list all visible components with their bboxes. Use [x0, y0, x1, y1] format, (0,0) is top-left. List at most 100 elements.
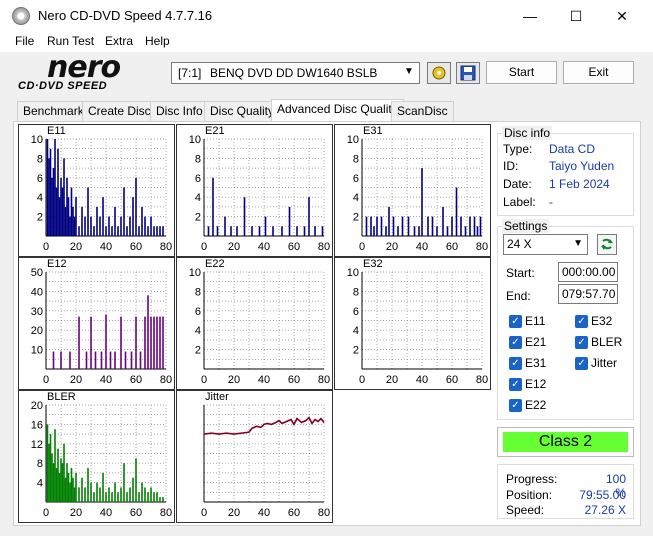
x-tick-label: 0	[43, 507, 49, 519]
x-tick-label: 40	[258, 507, 270, 519]
chart-title: E31	[363, 125, 383, 137]
start-input[interactable]: 000:00.00	[558, 262, 618, 282]
checkbox-e31[interactable]: ✓	[509, 357, 522, 370]
x-tick-label: 0	[359, 241, 365, 253]
y-tick-label: 4	[37, 192, 43, 204]
save-icon[interactable]	[456, 62, 480, 84]
menu-run-test[interactable]: Run Test	[47, 34, 94, 48]
x-tick-label: 60	[130, 507, 142, 519]
minimize-button[interactable]: —	[507, 0, 553, 32]
menu-file[interactable]: File	[15, 34, 34, 48]
start-button[interactable]: Start	[486, 61, 557, 84]
x-tick-label: 0	[201, 241, 207, 253]
checkbox-e12[interactable]: ✓	[509, 378, 522, 391]
x-tick-label: 80	[318, 374, 330, 386]
speed-value: 27.26 X	[584, 503, 626, 517]
x-tick-label: 40	[416, 374, 428, 386]
chart-svg-e12: 0 20 40 60 80 10 20 30 40 50	[31, 267, 172, 386]
x-tick-label: 20	[70, 507, 82, 519]
x-tick-label: 40	[100, 241, 112, 253]
date-label: Date:	[503, 177, 532, 191]
y-tick-label: 10	[189, 267, 201, 279]
tab-benchmark[interactable]: Benchmark	[17, 101, 90, 121]
chart-e21: 0 20 40 60 80 2 4 6 8 10 E21	[176, 124, 333, 257]
check-label-e32: E32	[591, 314, 613, 328]
exit-button[interactable]: Exit	[563, 61, 634, 84]
chevron-down-icon: ▼	[404, 66, 414, 77]
y-tick-label: 20	[31, 400, 43, 412]
y-tick-label: 8	[37, 458, 43, 470]
window-title: Nero CD-DVD Speed 4.7.7.16	[38, 8, 213, 23]
y-tick-label: 10	[31, 134, 43, 146]
chart-bler: 0 20 40 60 80 4 8 12 16 20 BLER	[18, 390, 175, 523]
chart-svg-e21: 0 20 40 60 80 2 4 6 8 10	[189, 134, 330, 253]
speed-select[interactable]: 24 X ▼	[503, 234, 588, 255]
id-value: Taiyo Yuden	[549, 159, 615, 173]
chart-e31: 0 20 40 60 80 2 4 6 8 10 E31	[334, 124, 491, 257]
maximize-button[interactable]: ☐	[553, 0, 599, 32]
y-tick-label: 8	[353, 286, 359, 298]
y-tick-label: 12	[31, 439, 43, 451]
y-tick-label: 2	[37, 212, 43, 224]
tab-disc-info[interactable]: Disc Info	[150, 101, 209, 121]
chart-title: BLER	[47, 391, 76, 403]
y-tick-label: 40	[31, 286, 43, 298]
chart-e11: 0 20 40 60 80 2 4 6 8 10 E11	[18, 124, 175, 257]
chart-svg-jitter: 0 20 40 60 80	[201, 404, 330, 519]
checkbox-e22[interactable]: ✓	[509, 399, 522, 412]
disc-info-label: Disc info	[502, 126, 553, 140]
chart-jitter: 0 20 40 60 80 Jitter	[176, 390, 333, 523]
y-tick-label: 4	[37, 478, 43, 490]
x-tick-label: 20	[228, 241, 240, 253]
x-tick-label: 80	[476, 374, 488, 386]
x-tick-label: 60	[446, 241, 458, 253]
x-tick-label: 20	[70, 374, 82, 386]
drive-select[interactable]: [7:1] BENQ DVD DD DW1640 BSLB ▼	[171, 62, 420, 84]
checkbox-e32[interactable]: ✓	[575, 315, 588, 328]
x-tick-label: 80	[318, 507, 330, 519]
y-tick-label: 30	[31, 306, 43, 318]
checkbox-e11[interactable]: ✓	[509, 315, 522, 328]
end-input[interactable]: 079:57.70	[558, 284, 618, 304]
checkbox-e21[interactable]: ✓	[509, 336, 522, 349]
checkbox-bler[interactable]: ✓	[575, 336, 588, 349]
position-label: Position:	[506, 488, 553, 502]
date-value: 1 Feb 2024	[549, 177, 610, 191]
chart-svg-e11: 0 20 40 60 80 2 4 6 8 10	[31, 134, 172, 253]
refresh-icon[interactable]	[597, 234, 617, 255]
x-tick-label: 0	[359, 374, 365, 386]
x-tick-label: 60	[288, 241, 300, 253]
tab-scandisc[interactable]: ScanDisc	[391, 101, 454, 121]
chart-svg-e22: 0 20 40 60 80 2 4 6 8 10	[189, 267, 330, 386]
close-button[interactable]: ✕	[599, 0, 645, 32]
check-label-e31: E31	[525, 356, 547, 370]
y-tick-label: 2	[353, 345, 359, 357]
eject-icon[interactable]	[427, 62, 451, 84]
x-tick-label: 20	[386, 374, 398, 386]
speed-value: 24 X	[507, 237, 532, 251]
y-tick-label: 2	[195, 345, 201, 357]
chart-title: E21	[205, 125, 225, 137]
y-tick-label: 20	[31, 325, 43, 337]
x-tick-label: 40	[416, 241, 428, 253]
checkbox-jitter[interactable]: ✓	[575, 357, 588, 370]
x-tick-label: 80	[160, 241, 172, 253]
label-label: Label:	[503, 195, 536, 209]
menu-help[interactable]: Help	[145, 34, 170, 48]
y-tick-label: 8	[195, 286, 201, 298]
tab-disc-quality[interactable]: Disc Quality	[204, 101, 281, 121]
type-value: Data CD	[549, 142, 596, 156]
x-tick-label: 20	[228, 507, 240, 519]
x-tick-label: 20	[386, 241, 398, 253]
tab-create-disc[interactable]: Create Disc	[82, 101, 157, 121]
y-tick-label: 6	[353, 173, 359, 185]
check-label-e11: E11	[525, 314, 546, 328]
x-tick-label: 60	[288, 507, 300, 519]
x-tick-label: 40	[100, 374, 112, 386]
check-label-e12: E12	[525, 377, 547, 391]
y-tick-label: 50	[31, 267, 43, 279]
tab-advanced-disc-quality[interactable]: Advanced Disc Quality	[271, 99, 404, 122]
x-tick-label: 60	[446, 374, 458, 386]
menu-extra[interactable]: Extra	[105, 34, 133, 48]
x-tick-label: 80	[160, 507, 172, 519]
